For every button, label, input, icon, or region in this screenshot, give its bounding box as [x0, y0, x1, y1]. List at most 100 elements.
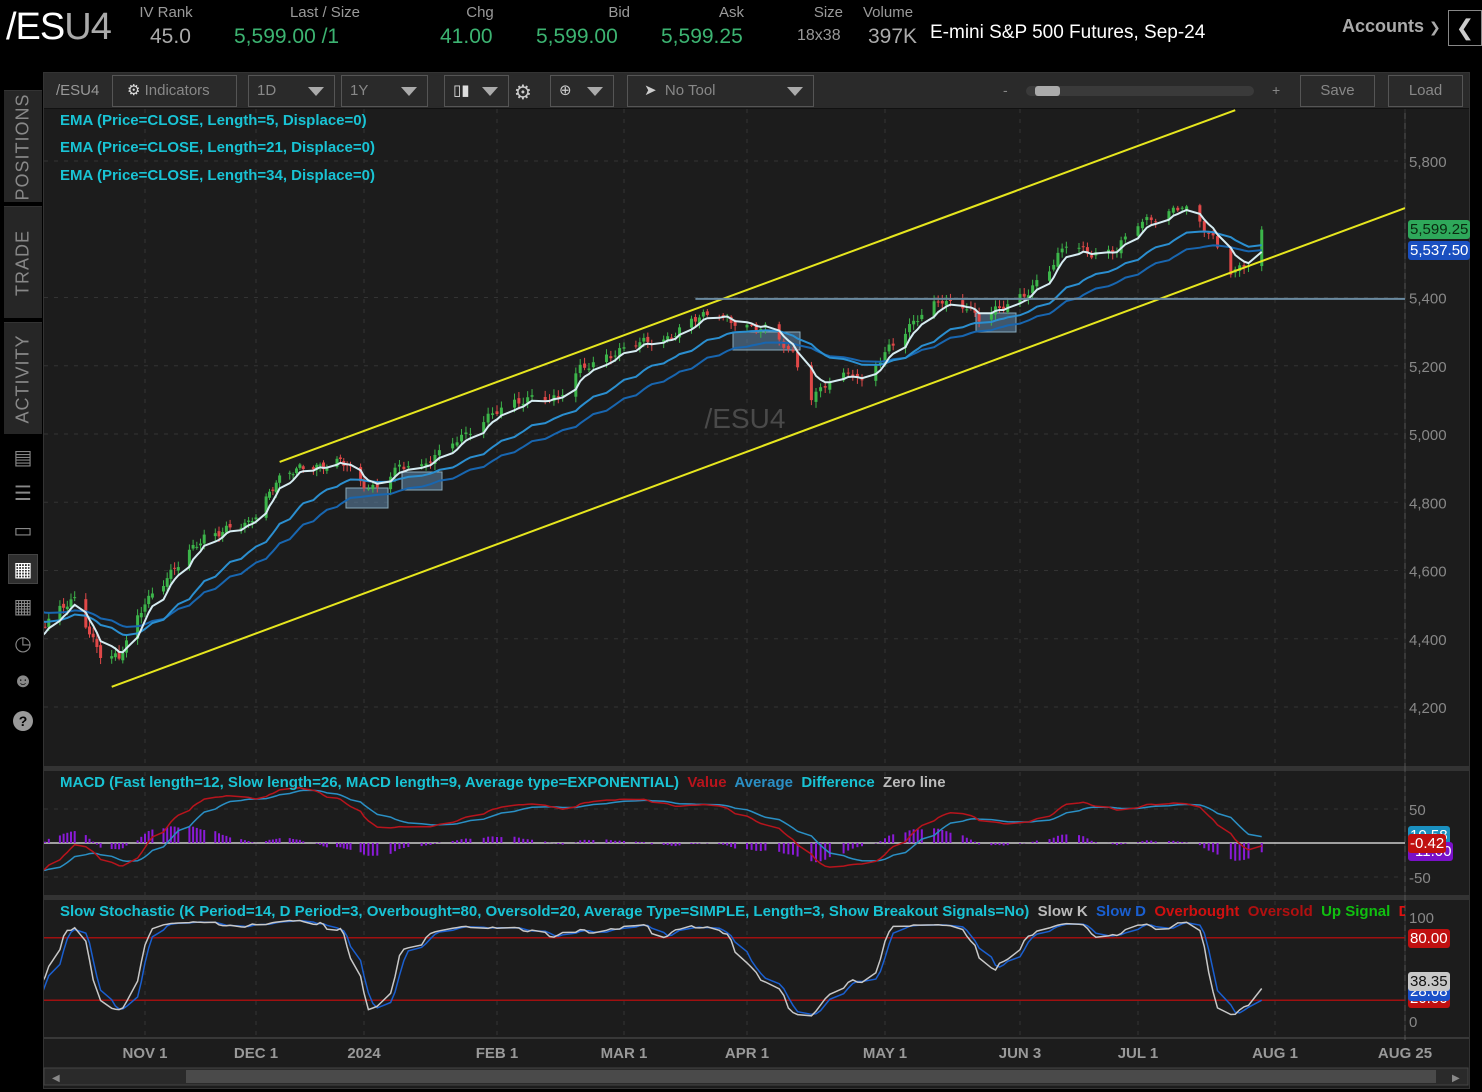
- stoch-oversold-label: Oversold: [1247, 903, 1313, 920]
- scroll-left-icon[interactable]: ◀: [52, 1073, 60, 1084]
- candle-up: [150, 593, 154, 598]
- stoch-k-label: Slow K: [1037, 903, 1088, 920]
- candle-up: [455, 442, 459, 446]
- candle-down: [948, 300, 952, 302]
- candle-down: [1154, 221, 1158, 223]
- candle-up: [1052, 264, 1056, 270]
- candle-up: [47, 618, 51, 628]
- candle-up: [574, 373, 578, 397]
- candle-up: [1145, 217, 1149, 221]
- candle-down: [583, 363, 587, 368]
- stoch-d-line: [44, 920, 1263, 1016]
- candle-down: [495, 411, 499, 414]
- candle-up: [40, 628, 43, 632]
- candle-up: [1048, 271, 1051, 281]
- candle-up: [69, 599, 73, 607]
- scrollbar-thumb[interactable]: [186, 1070, 1436, 1083]
- macd-legend[interactable]: MACD (Fast length=12, Slow length=26, MA…: [60, 774, 946, 791]
- candle-up: [121, 652, 125, 661]
- candle-down: [95, 639, 99, 647]
- candle-up: [298, 464, 302, 468]
- candle-down: [338, 457, 342, 460]
- time-tick-label: AUG 25: [1378, 1045, 1432, 1062]
- candle-up: [491, 413, 495, 415]
- candle-up: [460, 434, 464, 442]
- candle-down: [429, 461, 432, 463]
- candle-down: [14, 654, 17, 655]
- price-tick-label: 4,800: [1409, 495, 1447, 512]
- panel-divider[interactable]: [44, 766, 1469, 771]
- macd-zero-label: Zero line: [883, 774, 946, 791]
- candle-up: [486, 413, 490, 423]
- candle-up: [578, 364, 582, 374]
- candle-up: [36, 630, 39, 638]
- candle-up: [437, 450, 441, 456]
- candle-up: [1035, 280, 1039, 287]
- candle-up: [1056, 252, 1060, 267]
- candle-up: [318, 464, 322, 466]
- candle-down: [1022, 293, 1026, 297]
- candle-down: [609, 356, 613, 359]
- candle-up: [530, 395, 534, 397]
- candle-up: [1064, 246, 1068, 248]
- candle-up: [944, 301, 948, 306]
- stoch-tick-label: 100: [1409, 910, 1434, 927]
- candle-up: [1123, 236, 1127, 240]
- candle-up: [451, 443, 455, 449]
- candle-up: [147, 595, 151, 605]
- macd-value-label: Value: [687, 774, 727, 791]
- candle-up: [268, 491, 271, 498]
- candle-down: [402, 466, 406, 470]
- candle-up: [965, 309, 969, 311]
- candle-up: [916, 321, 920, 323]
- candle-up: [587, 368, 591, 370]
- time-tick-label: MAR 1: [601, 1045, 648, 1062]
- candle-down: [91, 633, 95, 638]
- stoch-down-signal-label: D: [1398, 903, 1405, 920]
- candle-up: [18, 652, 21, 653]
- candle-up: [604, 354, 608, 363]
- candle-up: [291, 474, 295, 476]
- macd-value-chip: -0.42: [1408, 834, 1447, 853]
- ema34-legend[interactable]: EMA (Price=CLOSE, Length=34, Displace=0): [60, 167, 375, 184]
- candle-up: [1140, 221, 1144, 229]
- ema5-legend[interactable]: EMA (Price=CLOSE, Length=5, Displace=0): [60, 112, 367, 129]
- candle-down: [1229, 248, 1233, 275]
- chart-canvas[interactable]: /ESU4 5,800 5,400 5,200 5,000 4,800 4,600 4,40…: [0, 0, 1482, 1092]
- candle-down: [1090, 255, 1094, 258]
- ema21-line: [44, 230, 1262, 637]
- candle-up: [908, 324, 912, 333]
- candle-up: [110, 656, 114, 659]
- stochastic-legend[interactable]: Slow Stochastic (K Period=14, D Period=3…: [60, 903, 1405, 920]
- candle-up: [1060, 248, 1064, 253]
- ema21-legend[interactable]: EMA (Price=CLOSE, Length=21, Displace=0): [60, 139, 375, 156]
- stoch-d-label: Slow D: [1096, 903, 1147, 920]
- candle-up: [139, 612, 143, 618]
- stoch-overbought-chip: 80.00: [1408, 929, 1450, 948]
- candle-up: [1136, 226, 1140, 236]
- candle-down: [10, 647, 13, 653]
- panel-divider[interactable]: [44, 895, 1469, 900]
- time-tick-label: 2024: [347, 1045, 381, 1062]
- candle-down: [1207, 232, 1211, 234]
- candle-down: [99, 645, 103, 658]
- stoch-tick-label: 0: [1409, 1014, 1417, 1031]
- time-tick-label: MAY 1: [863, 1045, 907, 1062]
- scroll-right-icon[interactable]: ▶: [1452, 1073, 1460, 1084]
- candle-up: [366, 488, 370, 490]
- price-tick-label: 4,400: [1409, 632, 1447, 649]
- time-tick-label: JUN 3: [999, 1045, 1042, 1062]
- candle-down: [998, 306, 1002, 309]
- candle-up: [143, 604, 147, 612]
- candle-up: [195, 546, 199, 548]
- macd-tick-label: 50: [1409, 802, 1426, 819]
- candle-up: [389, 476, 393, 490]
- price-tick-label: 5,400: [1409, 291, 1447, 308]
- candle-down: [940, 300, 944, 304]
- candle-up: [199, 543, 202, 546]
- candle-down: [891, 343, 895, 346]
- candle-down: [936, 301, 940, 303]
- candle-up: [701, 312, 705, 317]
- candle-up: [920, 314, 924, 320]
- candle-up: [162, 586, 165, 592]
